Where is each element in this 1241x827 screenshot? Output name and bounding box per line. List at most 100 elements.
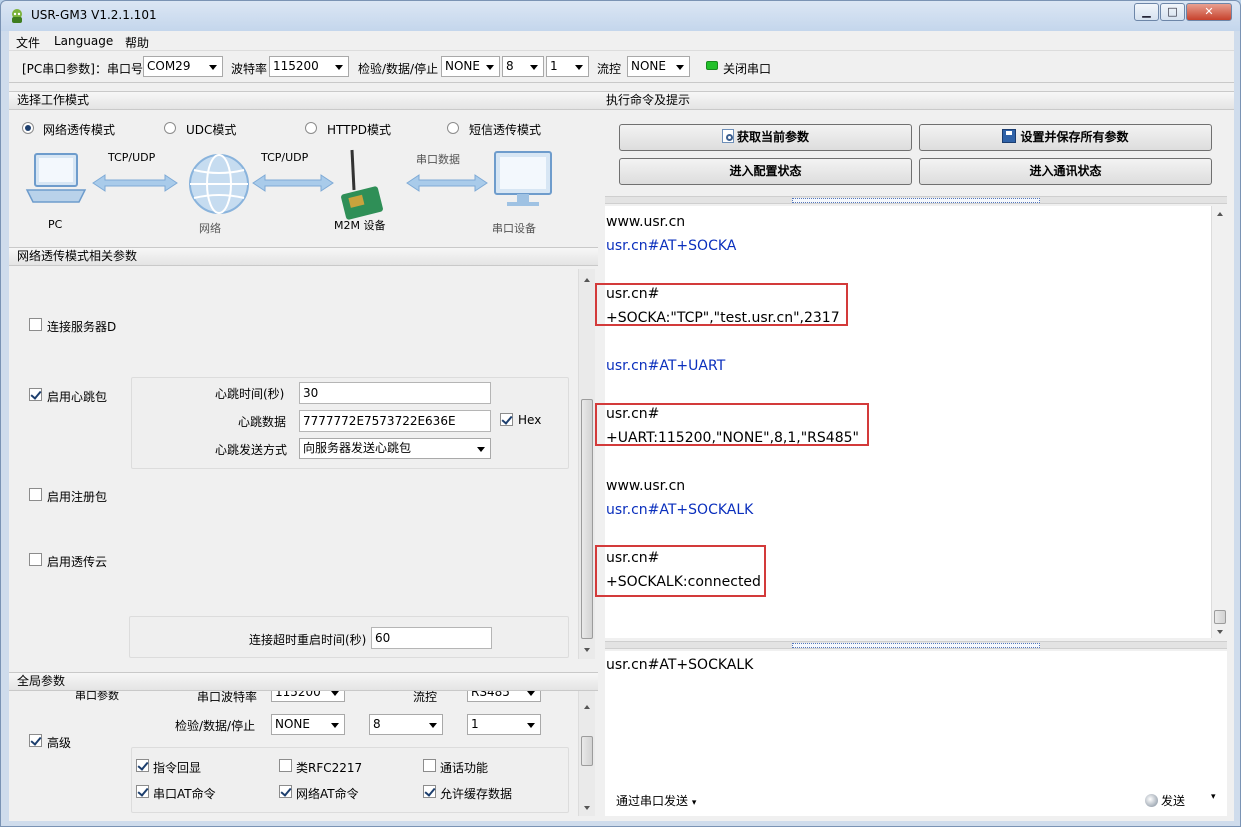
get-params-button[interactable]: 获取当前参数 bbox=[619, 124, 912, 151]
global-params-scrollbar[interactable] bbox=[578, 691, 595, 816]
baud-label: 波特率 bbox=[231, 62, 268, 76]
log-line: usr.cn#AT+SOCKA bbox=[606, 238, 737, 254]
scroll-thumb[interactable] bbox=[581, 399, 593, 639]
send-options-chevron-down-icon[interactable]: ▾ bbox=[1211, 792, 1216, 802]
rfc2217-checkbox[interactable] bbox=[279, 759, 292, 772]
serial-at-checkbox[interactable] bbox=[136, 785, 149, 798]
port-select[interactable]: COM29 bbox=[143, 56, 223, 77]
laptop-icon bbox=[25, 153, 87, 203]
mode-label-httpd: HTTPD模式 bbox=[327, 123, 391, 137]
global-parity-select[interactable]: NONE bbox=[271, 714, 345, 735]
cache-label: 允许缓存数据 bbox=[440, 787, 513, 801]
scroll-down-icon[interactable] bbox=[584, 806, 590, 810]
heartbeat-mode-label: 心跳发送方式 bbox=[215, 443, 288, 457]
mode-radio-network[interactable] bbox=[22, 122, 34, 134]
stopbits-select[interactable]: 1 bbox=[546, 56, 589, 77]
databits-select[interactable]: 8 bbox=[502, 56, 544, 77]
hex-checkbox[interactable] bbox=[500, 413, 513, 426]
flow-select[interactable]: NONE bbox=[627, 56, 690, 77]
close-button[interactable]: ✕ bbox=[1186, 3, 1232, 21]
connect-server-d-label: 连接服务器D bbox=[47, 320, 117, 334]
heartbeat-data-label: 心跳数据 bbox=[238, 415, 287, 429]
client-area: 文件 Language 帮助 [PC串口参数]：串口号 COM29 波特率 11… bbox=[9, 31, 1234, 821]
net-params-scrollbar[interactable] bbox=[578, 269, 595, 659]
hex-label: Hex bbox=[518, 413, 542, 427]
mode-radio-httpd[interactable] bbox=[305, 122, 317, 134]
baud-select[interactable]: 115200 bbox=[269, 56, 349, 77]
log-line: www.usr.cn bbox=[606, 478, 686, 494]
log-output: www.usr.cn usr.cn#AT+SOCKA usr.cn# +SOCK… bbox=[595, 206, 1211, 638]
global-params-panel: 串口参数 串口波特率 115200 流控 RS485 检验/数据/停止 NONE… bbox=[9, 691, 598, 816]
double-arrow-icon bbox=[406, 174, 488, 192]
send-button[interactable]: 发送 bbox=[1145, 792, 1185, 809]
log-line: usr.cn#AT+UART bbox=[606, 358, 726, 374]
rfc2217-label: 类RFC2217 bbox=[296, 761, 363, 775]
call-checkbox[interactable] bbox=[423, 759, 436, 772]
heartbeat-checkbox[interactable] bbox=[29, 388, 42, 401]
parity-select[interactable]: NONE bbox=[441, 56, 500, 77]
global-stopbits-select[interactable]: 1 bbox=[467, 714, 541, 735]
mode-label-network: 网络透传模式 bbox=[43, 123, 116, 137]
register-checkbox[interactable] bbox=[29, 488, 42, 501]
scroll-down-icon[interactable] bbox=[1217, 630, 1223, 634]
command-input[interactable]: usr.cn#AT+SOCKALK bbox=[605, 651, 1227, 786]
net-params-header: 网络透传模式相关参数 bbox=[9, 247, 598, 266]
call-label: 通话功能 bbox=[440, 761, 489, 775]
monitor-icon bbox=[494, 151, 552, 206]
echo-label: 指令回显 bbox=[153, 761, 202, 775]
scroll-up-icon[interactable] bbox=[584, 278, 590, 282]
link-label-3: 串口数据 bbox=[416, 153, 460, 166]
echo-checkbox[interactable] bbox=[136, 759, 149, 772]
net-at-checkbox[interactable] bbox=[279, 785, 292, 798]
serial-device-label: 串口设备 bbox=[492, 222, 536, 235]
menu-help[interactable]: 帮助 bbox=[125, 34, 149, 51]
serial-at-label: 串口AT命令 bbox=[153, 787, 216, 801]
menu-file[interactable]: 文件 bbox=[16, 34, 40, 51]
heartbeat-time-input[interactable]: 30 bbox=[299, 382, 491, 404]
double-arrow-icon bbox=[92, 174, 178, 192]
title-bar: USR-GM3 V1.2.1.101 ▁ □ ✕ bbox=[1, 1, 1240, 31]
maximize-button[interactable]: □ bbox=[1160, 3, 1185, 21]
enter-comm-button[interactable]: 进入通讯状态 bbox=[919, 158, 1212, 185]
serial-baud-label: 串口波特率 bbox=[197, 691, 258, 704]
enter-config-button[interactable]: 进入配置状态 bbox=[619, 158, 912, 185]
pc-params-label: [PC串口参数]：串口号 bbox=[22, 62, 143, 76]
log-line: www.usr.cn bbox=[606, 214, 686, 230]
upper-splitter[interactable] bbox=[605, 196, 1227, 204]
lower-splitter[interactable] bbox=[605, 641, 1227, 649]
serial-flow-select[interactable]: RS485 bbox=[467, 691, 541, 702]
advanced-group bbox=[131, 747, 569, 813]
menu-language[interactable]: Language bbox=[54, 34, 113, 48]
highlight-box bbox=[595, 545, 766, 597]
scroll-up-icon[interactable] bbox=[1217, 212, 1223, 216]
send-via-select[interactable]: 通过串口发送 ▾ bbox=[616, 792, 696, 809]
close-port-button[interactable]: 关闭串口 bbox=[723, 60, 771, 77]
scroll-thumb[interactable] bbox=[1214, 610, 1226, 624]
heartbeat-label: 启用心跳包 bbox=[47, 390, 108, 404]
mode-radio-udc[interactable] bbox=[164, 122, 176, 134]
app-icon bbox=[12, 9, 22, 23]
serial-baud-select[interactable]: 115200 bbox=[271, 691, 345, 702]
heartbeat-data-input[interactable]: 7777772E7573722E636E bbox=[299, 410, 491, 432]
advanced-checkbox[interactable] bbox=[29, 734, 42, 747]
cache-checkbox[interactable] bbox=[423, 785, 436, 798]
scroll-up-icon[interactable] bbox=[584, 705, 590, 709]
log-scrollbar[interactable] bbox=[1211, 206, 1228, 638]
cloud-checkbox[interactable] bbox=[29, 553, 42, 566]
send-icon bbox=[1145, 794, 1158, 807]
scroll-down-icon[interactable] bbox=[584, 648, 590, 652]
net-at-label: 网络AT命令 bbox=[296, 787, 359, 801]
reconnect-input[interactable]: 60 bbox=[371, 627, 492, 649]
connect-server-d-checkbox[interactable] bbox=[29, 318, 42, 331]
mode-radio-sms[interactable] bbox=[447, 122, 459, 134]
link-label-2: TCP/UDP bbox=[261, 151, 309, 164]
globe-icon bbox=[189, 154, 249, 214]
log-line: usr.cn#AT+SOCKALK bbox=[606, 502, 754, 518]
save-params-button[interactable]: 设置并保存所有参数 bbox=[919, 124, 1212, 151]
minimize-button[interactable]: ▁ bbox=[1134, 3, 1159, 21]
heartbeat-mode-select[interactable]: 向服务器发送心跳包 bbox=[299, 438, 491, 459]
global-databits-select[interactable]: 8 bbox=[369, 714, 443, 735]
serial-toolbar: [PC串口参数]：串口号 COM29 波特率 115200 检验/数据/停止 N… bbox=[9, 51, 1234, 83]
scroll-thumb[interactable] bbox=[581, 736, 593, 766]
pc-label: PC bbox=[48, 218, 63, 231]
